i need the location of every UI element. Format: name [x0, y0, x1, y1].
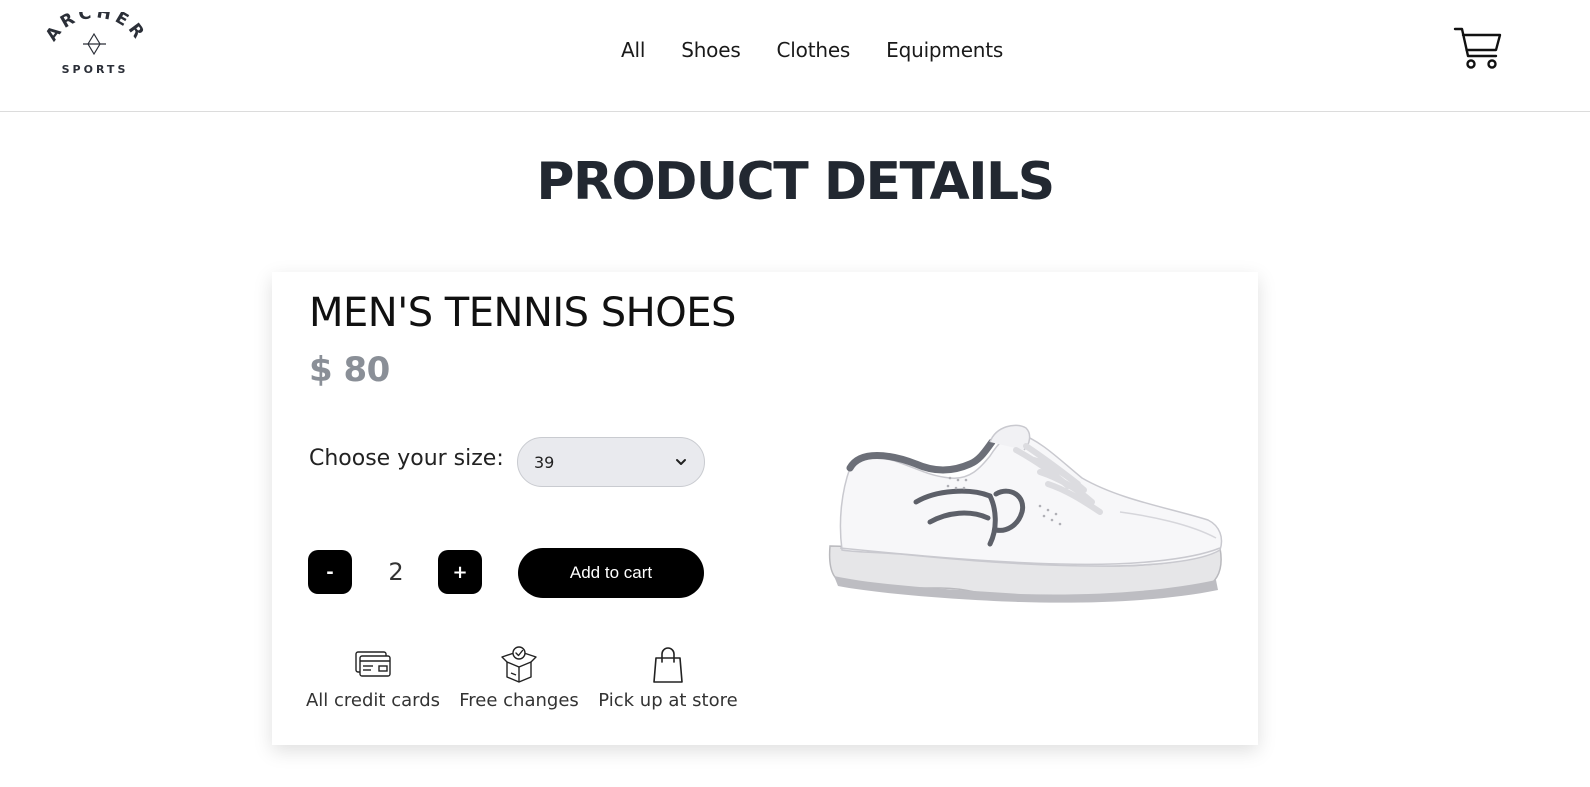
- feature-label: Pick up at store: [598, 690, 738, 711]
- box-icon: [501, 646, 537, 683]
- page-title: PRODUCT DETAILS: [536, 152, 1055, 212]
- product-card: MEN'S TENNIS SHOES $ 80 Choose your size…: [272, 272, 1258, 745]
- chevron-down-icon: [676, 459, 686, 465]
- size-select[interactable]: 39: [517, 437, 705, 487]
- feature-pick-up: Pick up at store: [598, 644, 738, 711]
- nav-shoes[interactable]: Shoes: [663, 34, 758, 66]
- size-select-value: 39: [534, 452, 555, 472]
- feature-label: All credit cards: [305, 690, 441, 711]
- nav-clothes[interactable]: Clothes: [759, 34, 869, 66]
- feature-credit-cards: All credit cards: [305, 644, 441, 711]
- shopping-bag-icon: [653, 647, 683, 683]
- product-price: $ 80: [309, 350, 390, 390]
- nav-equipments[interactable]: Equipments: [868, 34, 1021, 66]
- product-name: MEN'S TENNIS SHOES: [309, 290, 736, 336]
- add-to-cart-button[interactable]: Add to cart: [518, 548, 704, 598]
- cart-icon[interactable]: [1452, 24, 1504, 72]
- feature-label: Free changes: [459, 690, 579, 711]
- quantity-value: 2: [388, 558, 404, 586]
- feature-free-changes: Free changes: [459, 644, 579, 711]
- credit-card-icon: [355, 651, 391, 677]
- site-header: ARCHER SPORTS All Shoes Clothes Equipmen…: [0, 0, 1590, 112]
- product-image: [820, 420, 1230, 610]
- nav-all[interactable]: All: [603, 34, 663, 66]
- quantity-increase-button[interactable]: +: [438, 550, 482, 594]
- quantity-decrease-button[interactable]: -: [308, 550, 352, 594]
- tennis-shoe-image: [828, 424, 1223, 603]
- main-nav: All Shoes Clothes Equipments: [0, 34, 1590, 68]
- size-label: Choose your size:: [309, 446, 504, 471]
